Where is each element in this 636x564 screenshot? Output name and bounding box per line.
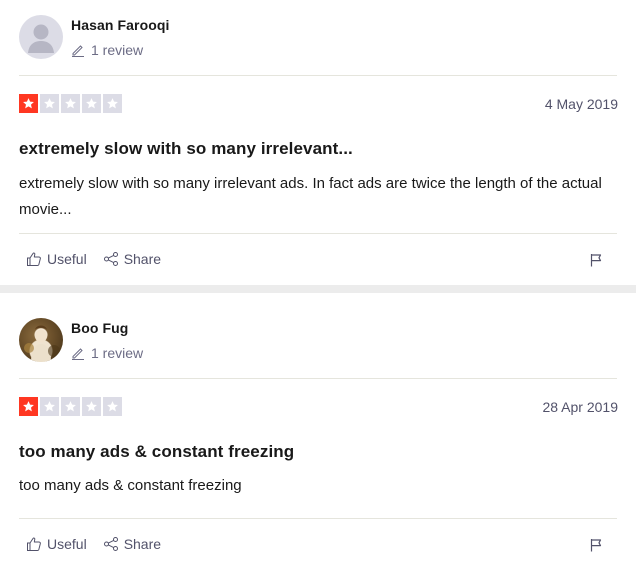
- star-empty-icon: [61, 94, 80, 113]
- review-title[interactable]: extremely slow with so many irrelevant..…: [19, 139, 617, 159]
- star-rating: [19, 397, 122, 416]
- star-empty-icon: [82, 94, 101, 113]
- divider: [19, 75, 617, 76]
- default-user-avatar-icon: [28, 24, 54, 53]
- review-title[interactable]: too many ads & constant freezing: [19, 442, 617, 462]
- share-label: Share: [123, 251, 162, 267]
- useful-button[interactable]: Useful: [26, 536, 87, 552]
- thumbs-up-icon: [27, 537, 41, 551]
- star-rating: [19, 94, 122, 113]
- review-date: 28 Apr 2019: [542, 399, 618, 415]
- star-filled-icon: [19, 397, 38, 416]
- star-empty-icon: [61, 397, 80, 416]
- review-body: extremely slow with so many irrelevant a…: [19, 175, 602, 218]
- review-date: 4 May 2019: [544, 96, 618, 112]
- review-actions: Useful Share: [26, 536, 161, 552]
- divider: [19, 518, 617, 519]
- star-filled-icon: [19, 94, 38, 113]
- review-separator: [0, 285, 636, 293]
- flag-icon: [590, 539, 602, 552]
- review-count: 1 review: [91, 42, 144, 58]
- useful-label: Useful: [47, 251, 87, 267]
- star-empty-icon: [82, 397, 101, 416]
- star-empty-icon: [103, 94, 122, 113]
- share-icon: [103, 537, 118, 551]
- useful-label: Useful: [47, 536, 87, 552]
- useful-button[interactable]: Useful: [26, 251, 87, 267]
- flag-icon: [590, 254, 602, 267]
- pencil-icon: [72, 348, 84, 360]
- share-button[interactable]: Share: [103, 536, 161, 552]
- reviewer-meta: 1 review: [71, 345, 143, 361]
- avatar[interactable]: [19, 318, 63, 362]
- review-card: Hasan Farooqi 1 review 4 May 2019 extrem…: [0, 0, 636, 285]
- avatar[interactable]: [19, 15, 63, 59]
- star-empty-icon: [40, 94, 59, 113]
- share-icon: [103, 252, 118, 266]
- thumbs-up-icon: [27, 252, 41, 266]
- review-count: 1 review: [91, 345, 144, 361]
- pencil-icon: [72, 45, 84, 57]
- report-flag-button[interactable]: [589, 253, 603, 272]
- star-empty-icon: [103, 397, 122, 416]
- divider: [19, 233, 617, 234]
- star-empty-icon: [40, 397, 59, 416]
- reviewer-name[interactable]: Boo Fug: [71, 320, 128, 336]
- divider: [19, 378, 617, 379]
- review-actions: Useful Share: [26, 251, 161, 267]
- reviewer-name[interactable]: Hasan Farooqi: [71, 17, 170, 33]
- review-body: too many ads & constant freezing: [19, 477, 242, 494]
- user-photo-avatar: [24, 325, 60, 362]
- share-label: Share: [123, 536, 162, 552]
- share-button[interactable]: Share: [103, 251, 161, 267]
- reviewer-meta: 1 review: [71, 42, 143, 58]
- report-flag-button[interactable]: [589, 538, 603, 557]
- review-card: Boo Fug 1 review 28 Apr 2019 too many ad…: [0, 293, 636, 564]
